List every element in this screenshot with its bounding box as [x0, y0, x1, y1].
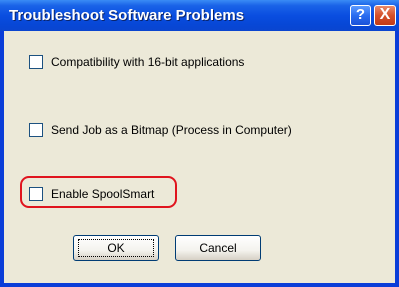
close-icon: X [379, 6, 391, 23]
window-title: Troubleshoot Software Problems [9, 7, 245, 24]
cancel-button-label: Cancel [199, 241, 237, 255]
help-icon: ? [355, 6, 366, 23]
cancel-button[interactable]: Cancel [175, 235, 261, 261]
checkbox-16bit-compatibility[interactable] [29, 55, 43, 69]
close-button[interactable]: X [374, 5, 396, 26]
help-button[interactable]: ? [350, 5, 371, 26]
checkbox-enable-spoolsmart[interactable] [29, 187, 43, 201]
option-enable-spoolsmart[interactable]: Enable SpoolSmart [29, 186, 154, 202]
title-bar[interactable]: Troubleshoot Software Problems ? X [0, 0, 399, 31]
option-label: Send Job as a Bitmap (Process in Compute… [51, 123, 292, 137]
ok-button-label: OK [107, 241, 125, 255]
dialog-window: Troubleshoot Software Problems ? X Compa… [0, 0, 399, 287]
option-16bit-compatibility[interactable]: Compatibility with 16-bit applications [29, 54, 244, 70]
option-label: Compatibility with 16-bit applications [51, 55, 245, 69]
ok-button[interactable]: OK [73, 235, 159, 261]
option-label: Enable SpoolSmart [51, 187, 155, 201]
checkbox-send-as-bitmap[interactable] [29, 123, 43, 137]
option-send-as-bitmap[interactable]: Send Job as a Bitmap (Process in Compute… [29, 122, 292, 138]
dialog-body: Compatibility with 16-bit applications S… [4, 31, 395, 283]
